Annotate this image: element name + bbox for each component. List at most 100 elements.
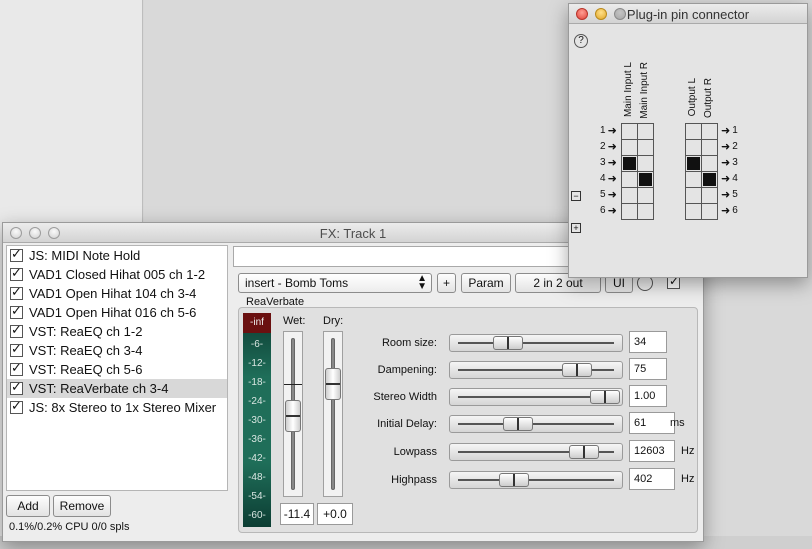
enable-checkbox[interactable] (10, 361, 23, 376)
param-value[interactable]: 61 (629, 412, 675, 434)
remove-button[interactable]: Remove (53, 495, 111, 517)
pin-cell[interactable] (622, 156, 638, 172)
output-pin-row: ➜ 3 (721, 156, 738, 169)
param-slider[interactable] (449, 415, 623, 433)
fx-list-item[interactable]: VST: ReaEQ ch 1-2 (7, 322, 227, 341)
preset-dropdown[interactable]: insert - Bomb Toms ▲ ▼ (238, 273, 432, 293)
enable-checkbox[interactable] (10, 247, 23, 262)
param-unit: Hz (681, 473, 695, 485)
fx-list-item[interactable]: VST: ReaEQ ch 3-4 (7, 341, 227, 360)
slider-thumb[interactable] (499, 473, 529, 487)
help-button[interactable]: ? (574, 34, 588, 48)
wet-fader-thumb[interactable] (285, 400, 301, 432)
pin-cell[interactable] (686, 124, 702, 140)
enable-checkbox[interactable] (10, 285, 23, 300)
pin-number: 3 (732, 157, 738, 168)
pin-cell[interactable] (622, 124, 638, 140)
input-label-l: Main Input L (623, 62, 634, 118)
pin-cell[interactable] (702, 204, 718, 220)
output-pin-row: ➜ 5 (721, 188, 738, 201)
param-slider[interactable] (449, 388, 623, 406)
add-button[interactable]: Add (6, 495, 50, 517)
param-slider[interactable] (449, 471, 623, 489)
param-slider[interactable] (449, 361, 623, 379)
add-pin-button[interactable]: + (571, 223, 581, 233)
pin-cell[interactable] (638, 156, 654, 172)
fx-list-item[interactable]: JS: 8x Stereo to 1x Stereo Mixer (7, 398, 227, 417)
fx-list-item[interactable]: VAD1 Open Hihat 104 ch 3-4 (7, 284, 227, 303)
output-label-r: Output R (703, 78, 714, 119)
pin-cell[interactable] (686, 140, 702, 156)
enable-checkbox[interactable] (10, 399, 23, 414)
pin-cell[interactable] (622, 204, 638, 220)
param-slider[interactable] (449, 334, 623, 352)
fx-list[interactable]: JS: MIDI Note Hold VAD1 Closed Hihat 005 … (6, 245, 228, 491)
slider-thumb[interactable] (590, 390, 620, 404)
enable-checkbox[interactable] (10, 380, 23, 395)
meter-tick: -30- (248, 415, 266, 426)
dry-value[interactable]: +0.0 (317, 503, 353, 525)
output-pin-row: ➜ 4 (721, 172, 738, 185)
fx-list-item[interactable]: VAD1 Closed Hihat 005 ch 1-2 (7, 265, 227, 284)
enable-checkbox[interactable] (10, 304, 23, 319)
enable-checkbox[interactable] (10, 323, 23, 338)
pin-cell[interactable] (686, 156, 702, 172)
fx-list-item[interactable]: VST: ReaEQ ch 5-6 (7, 360, 227, 379)
param-button[interactable]: Param (461, 273, 511, 293)
pin-cell[interactable] (686, 204, 702, 220)
pin-titlebar[interactable]: Plug-in pin connector (569, 4, 807, 24)
pin-cell[interactable] (638, 124, 654, 140)
output-pin-grid[interactable] (685, 123, 718, 220)
param-slider[interactable] (449, 443, 623, 461)
arrow-right-icon: ➜ (607, 140, 617, 153)
slider-thumb[interactable] (562, 363, 592, 377)
fx-list-item-label: VST: ReaVerbate ch 3-4 (29, 381, 169, 396)
arrow-right-icon: ➜ (607, 172, 617, 185)
slider-thumb[interactable] (503, 417, 533, 431)
pin-cell[interactable] (702, 124, 718, 140)
param-label: Room size: (381, 337, 437, 349)
param-unit: Hz (681, 445, 695, 457)
pin-cell[interactable] (702, 140, 718, 156)
pin-cell[interactable] (702, 172, 718, 188)
pin-cell[interactable] (638, 172, 654, 188)
enable-checkbox[interactable] (10, 342, 23, 357)
fx-list-item-label: VST: ReaEQ ch 3-4 (29, 343, 143, 358)
pin-number: 6 (732, 205, 738, 216)
param-value[interactable]: 1.00 (629, 385, 667, 407)
param-value[interactable]: 402 (629, 468, 675, 490)
param-value[interactable]: 75 (629, 358, 667, 380)
param-value[interactable]: 34 (629, 331, 667, 353)
pin-cell[interactable] (638, 140, 654, 156)
remove-pin-button[interactable]: − (571, 191, 581, 201)
arrow-right-icon: ➜ (607, 204, 617, 217)
wet-fader[interactable] (283, 331, 303, 497)
meter-tick: -18- (248, 377, 266, 388)
meter-tick: -48- (248, 472, 266, 483)
pin-cell[interactable] (686, 188, 702, 204)
fx-list-item-label: VAD1 Open Hihat 016 ch 5-6 (29, 305, 197, 320)
pin-cell[interactable] (702, 188, 718, 204)
slider-thumb[interactable] (493, 336, 523, 350)
fx-list-item[interactable]: VAD1 Open Hihat 016 ch 5-6 (7, 303, 227, 322)
pin-cell[interactable] (686, 172, 702, 188)
wet-value[interactable]: -11.4 (280, 503, 314, 525)
input-pin-grid[interactable] (621, 123, 654, 220)
pin-cell[interactable] (622, 188, 638, 204)
pin-cell[interactable] (622, 172, 638, 188)
enable-checkbox[interactable] (10, 266, 23, 281)
pin-cell[interactable] (622, 140, 638, 156)
add-preset-button[interactable]: + (437, 273, 456, 293)
param-value[interactable]: 12603 (629, 440, 675, 462)
pin-number: 2 (600, 141, 606, 152)
pin-cell[interactable] (702, 156, 718, 172)
pin-cell[interactable] (638, 188, 654, 204)
fx-name-field[interactable] (233, 246, 573, 267)
pin-cell[interactable] (638, 204, 654, 220)
pin-connector-window: Plug-in pin connector ? Main Input L Mai… (568, 3, 808, 278)
param-label: Lowpass (393, 446, 437, 458)
fx-list-item[interactable]: JS: MIDI Note Hold (7, 246, 227, 265)
slider-thumb[interactable] (569, 445, 599, 459)
fx-list-item[interactable]: VST: ReaVerbate ch 3-4 (7, 379, 227, 398)
dry-fader[interactable] (323, 331, 343, 497)
